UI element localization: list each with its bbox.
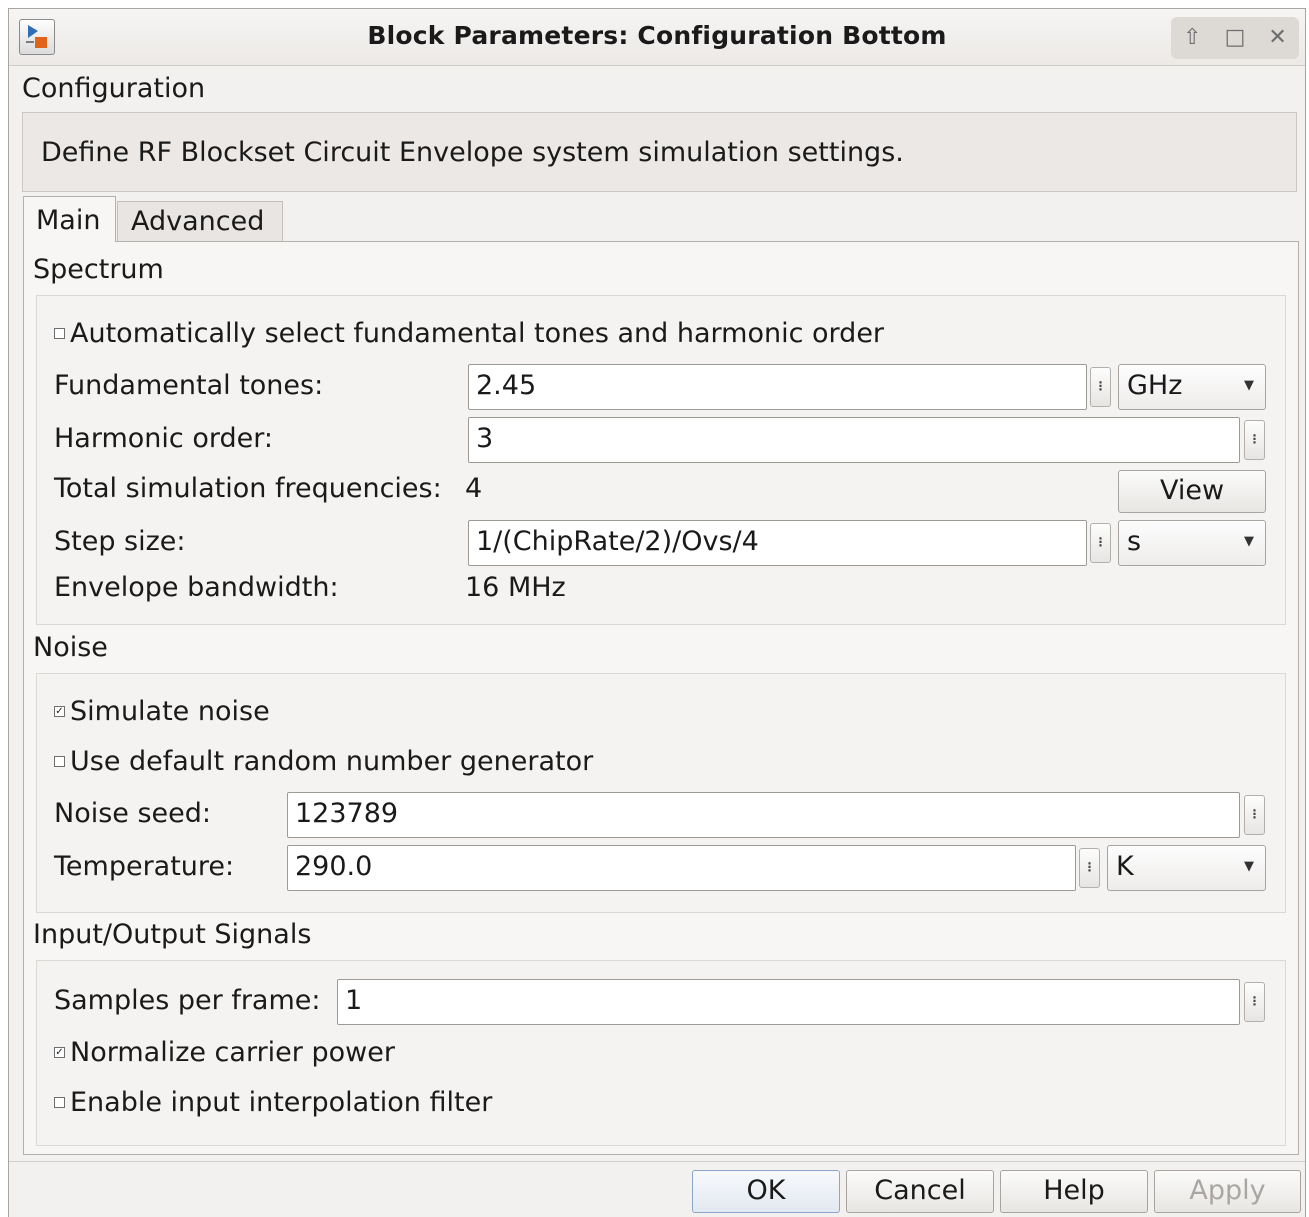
tab-advanced[interactable]: Advanced xyxy=(117,201,283,241)
normalize-power-checkbox[interactable]: ✓ Normalize carrier power xyxy=(54,1037,395,1068)
window-title: Block Parameters: Configuration Bottom xyxy=(367,21,947,50)
description-text: Define RF Blockset Circuit Envelope syst… xyxy=(41,137,904,168)
dialog-window: Block Parameters: Configuration Bottom ⇧… xyxy=(8,8,1306,1217)
cancel-button[interactable]: Cancel xyxy=(846,1170,994,1213)
samples-per-frame-input[interactable]: 1 xyxy=(337,979,1240,1025)
io-section-title: Input/Output Signals xyxy=(33,919,312,950)
noise-seed-label: Noise seed: xyxy=(54,798,212,829)
simulate-noise-label: Simulate noise xyxy=(70,696,270,727)
chevron-down-icon: ▼ xyxy=(1244,534,1254,549)
temperature-label: Temperature: xyxy=(54,851,235,882)
ok-button[interactable]: OK xyxy=(692,1170,840,1213)
fundamental-tones-unit-value: GHz xyxy=(1127,370,1183,401)
block-name-heading: Configuration xyxy=(22,73,206,104)
temperature-unit-value: K xyxy=(1116,851,1134,882)
arrow-up-icon[interactable]: ⇧ xyxy=(1175,17,1209,59)
default-rng-checkbox-box[interactable] xyxy=(54,756,65,767)
title-bar[interactable]: Block Parameters: Configuration Bottom ⇧… xyxy=(9,9,1305,66)
envelope-bandwidth-value: 16 MHz xyxy=(465,572,566,603)
default-rng-checkbox[interactable]: Use default random number generator xyxy=(54,746,593,777)
auto-select-checkbox[interactable]: Automatically select fundamental tones a… xyxy=(54,318,884,349)
temperature-input[interactable]: 290.0 xyxy=(287,845,1076,891)
total-frequencies-value: 4 xyxy=(465,473,483,504)
interp-filter-checkbox-box[interactable] xyxy=(54,1097,65,1108)
more-options-icon[interactable]: ⋮ xyxy=(1090,523,1111,563)
spectrum-section-title: Spectrum xyxy=(33,254,164,285)
footer-divider xyxy=(9,1161,1305,1162)
more-options-icon[interactable]: ⋮ xyxy=(1090,367,1111,407)
noise-section-title: Noise xyxy=(33,632,108,663)
noise-seed-input[interactable]: 123789 xyxy=(287,792,1240,838)
envelope-bandwidth-label: Envelope bandwidth: xyxy=(54,572,339,603)
chevron-down-icon: ▼ xyxy=(1244,859,1254,874)
interp-filter-checkbox[interactable]: Enable input interpolation filter xyxy=(54,1087,492,1118)
auto-select-checkbox-box[interactable] xyxy=(54,328,65,339)
harmonic-order-label: Harmonic order: xyxy=(54,423,273,454)
description-box: Define RF Blockset Circuit Envelope syst… xyxy=(22,112,1297,192)
help-button[interactable]: Help xyxy=(1000,1170,1148,1213)
step-size-unit-select[interactable]: s ▼ xyxy=(1118,520,1266,566)
more-options-icon[interactable]: ⋮ xyxy=(1244,795,1265,835)
step-size-input[interactable]: 1/(ChipRate/2)/Ovs/4 xyxy=(468,520,1087,566)
auto-select-label: Automatically select fundamental tones a… xyxy=(70,318,885,349)
close-icon[interactable]: ✕ xyxy=(1261,17,1295,59)
fundamental-tones-unit-select[interactable]: GHz ▼ xyxy=(1118,364,1266,410)
normalize-power-label: Normalize carrier power xyxy=(70,1037,395,1068)
step-size-label: Step size: xyxy=(54,526,186,557)
interp-filter-label: Enable input interpolation filter xyxy=(70,1087,493,1118)
tab-panel-main: Spectrum Automatically select fundamenta… xyxy=(23,241,1299,1155)
temperature-unit-select[interactable]: K ▼ xyxy=(1107,845,1266,891)
samples-per-frame-label: Samples per frame: xyxy=(54,985,321,1016)
checkmark-icon[interactable]: ✓ xyxy=(54,706,65,717)
more-options-icon[interactable]: ⋮ xyxy=(1079,848,1100,888)
simulate-noise-checkbox[interactable]: ✓ Simulate noise xyxy=(54,696,270,727)
checkmark-icon[interactable]: ✓ xyxy=(54,1047,65,1058)
window-controls: ⇧ □ ✕ xyxy=(1171,17,1299,59)
maximize-icon[interactable]: □ xyxy=(1218,17,1252,59)
fundamental-tones-input[interactable]: 2.45 xyxy=(468,364,1087,410)
tab-main[interactable]: Main xyxy=(23,196,116,242)
apply-button[interactable]: Apply xyxy=(1154,1170,1301,1213)
step-size-unit-value: s xyxy=(1127,526,1142,557)
more-options-icon[interactable]: ⋮ xyxy=(1244,982,1265,1022)
view-button[interactable]: View xyxy=(1118,470,1266,513)
fundamental-tones-label: Fundamental tones: xyxy=(54,370,324,401)
harmonic-order-input[interactable]: 3 xyxy=(468,417,1240,463)
chevron-down-icon: ▼ xyxy=(1244,378,1254,393)
total-frequencies-label: Total simulation frequencies: xyxy=(54,473,442,504)
more-options-icon[interactable]: ⋮ xyxy=(1244,420,1265,460)
default-rng-label: Use default random number generator xyxy=(70,746,594,777)
